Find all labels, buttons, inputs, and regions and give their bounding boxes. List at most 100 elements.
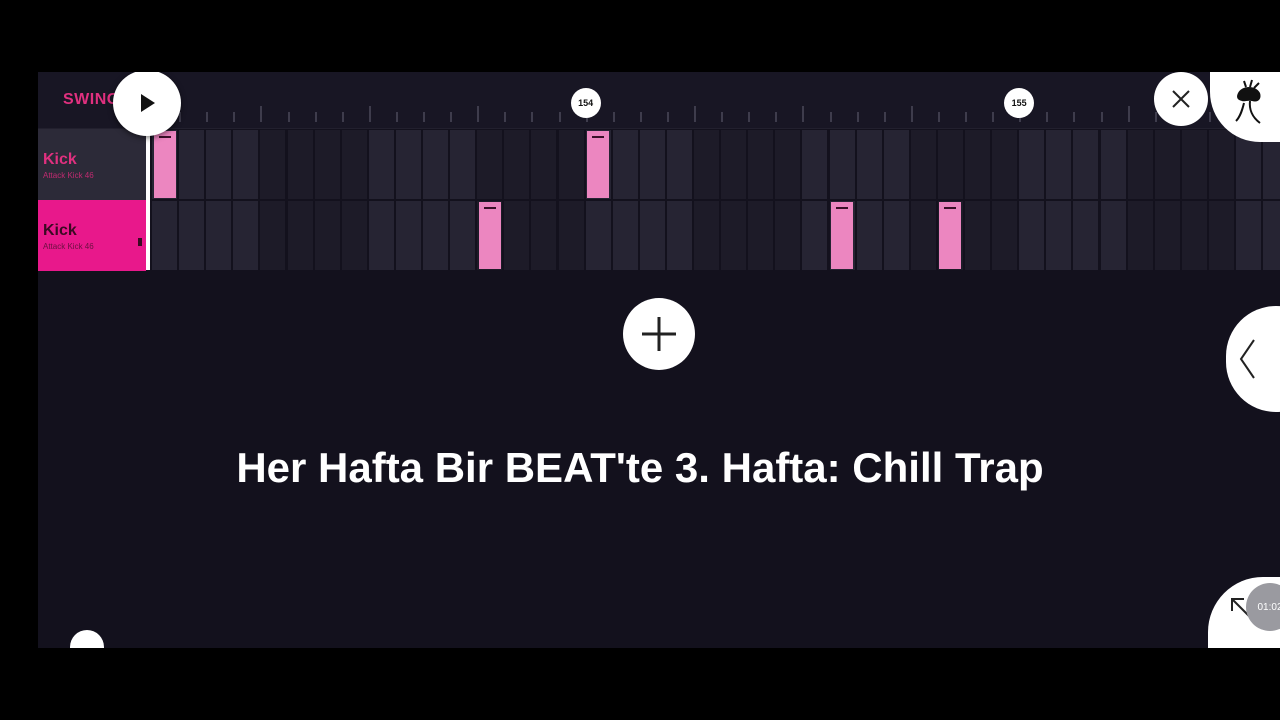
step-cell[interactable]: [1046, 130, 1072, 199]
step-cell[interactable]: [1236, 201, 1261, 270]
step-cell[interactable]: [368, 130, 394, 199]
step-cell[interactable]: [1046, 201, 1072, 270]
step-cell[interactable]: [802, 201, 828, 270]
step-cell[interactable]: [341, 130, 367, 199]
step-cell[interactable]: [450, 130, 476, 199]
step-cell[interactable]: [1019, 130, 1045, 199]
step-cell[interactable]: [1154, 201, 1180, 270]
step-cell[interactable]: [883, 201, 909, 270]
step-cell[interactable]: [1181, 201, 1207, 270]
channel-label[interactable]: Kick Attack Kick 46: [38, 200, 146, 271]
step-cell[interactable]: [612, 130, 638, 199]
step-cell[interactable]: [1127, 201, 1153, 270]
step-cell[interactable]: [965, 130, 990, 199]
step-cell[interactable]: [395, 130, 421, 199]
step-cell[interactable]: [748, 201, 774, 270]
scroll-handle[interactable]: [70, 630, 104, 648]
step-cell[interactable]: [612, 201, 638, 270]
step-cell[interactable]: [531, 130, 557, 199]
step-cell[interactable]: [558, 201, 584, 270]
ruler-tick: [341, 112, 344, 122]
step-cell[interactable]: [233, 130, 259, 199]
step-cell[interactable]: [1100, 201, 1126, 270]
step-cell[interactable]: [395, 201, 421, 270]
step-cell[interactable]: [260, 130, 286, 199]
active-step-note[interactable]: [831, 202, 853, 269]
step-cell[interactable]: [477, 130, 503, 199]
step-cell[interactable]: [1127, 130, 1153, 199]
active-step-note[interactable]: [587, 131, 610, 198]
step-cell[interactable]: [423, 201, 448, 270]
step-cell[interactable]: [992, 201, 1018, 270]
step-cell[interactable]: [639, 130, 665, 199]
step-cell[interactable]: [1073, 130, 1099, 199]
channel-label[interactable]: Kick Attack Kick 46: [38, 129, 146, 200]
timeline-ruler[interactable]: [150, 102, 1280, 124]
step-cell[interactable]: [450, 201, 476, 270]
step-cell[interactable]: [341, 201, 367, 270]
plus-icon: [642, 317, 676, 351]
active-step-note[interactable]: [478, 202, 501, 269]
step-cell[interactable]: [1154, 130, 1180, 199]
step-cell[interactable]: [992, 130, 1018, 199]
step-cell[interactable]: [585, 201, 611, 270]
step-cell[interactable]: [233, 201, 259, 270]
step-cell[interactable]: [1181, 130, 1207, 199]
step-cell[interactable]: [856, 201, 882, 270]
step-cell[interactable]: [721, 201, 747, 270]
step-cell[interactable]: [856, 130, 882, 199]
step-cell[interactable]: [1019, 201, 1045, 270]
step-cell[interactable]: [937, 130, 963, 199]
playhead[interactable]: [146, 128, 150, 270]
step-cell[interactable]: [260, 201, 286, 270]
expand-button[interactable]: 01:02: [1208, 577, 1280, 648]
step-cell[interactable]: [504, 201, 530, 270]
step-cell[interactable]: [666, 201, 692, 270]
step-cell[interactable]: [179, 201, 205, 270]
step-cell[interactable]: [1208, 130, 1234, 199]
step-cell[interactable]: [883, 130, 909, 199]
swing-label[interactable]: SWING: [63, 91, 120, 109]
collapse-panel-button[interactable]: [1226, 306, 1280, 412]
step-cell[interactable]: [314, 130, 340, 199]
step-cell[interactable]: [368, 201, 394, 270]
play-button[interactable]: [113, 72, 181, 136]
step-cell[interactable]: [1073, 201, 1099, 270]
step-cell[interactable]: [639, 201, 665, 270]
step-cell[interactable]: [423, 130, 448, 199]
step-cell[interactable]: [504, 130, 530, 199]
step-cell[interactable]: [287, 130, 313, 199]
step-cell[interactable]: [802, 130, 828, 199]
step-cell[interactable]: [1263, 201, 1280, 270]
bar-number-marker[interactable]: 154: [570, 88, 601, 118]
step-cell[interactable]: [558, 130, 584, 199]
step-cell[interactable]: [694, 130, 719, 199]
bar-number-marker[interactable]: 155: [1004, 88, 1035, 118]
step-cell[interactable]: [287, 201, 313, 270]
step-cell[interactable]: [179, 130, 205, 199]
ruler-tick: [1046, 112, 1049, 122]
step-cell[interactable]: [152, 201, 177, 270]
step-cell[interactable]: [1208, 201, 1234, 270]
step-cell[interactable]: [721, 130, 747, 199]
step-cell[interactable]: [666, 130, 692, 199]
active-step-note[interactable]: [939, 202, 962, 269]
step-cell[interactable]: [206, 201, 232, 270]
step-cell[interactable]: [775, 130, 801, 199]
step-cell[interactable]: [748, 130, 774, 199]
channel-resize-grip[interactable]: [138, 238, 142, 246]
add-channel-button[interactable]: [623, 298, 695, 370]
ruler-tick: [992, 112, 995, 122]
step-cell[interactable]: [829, 130, 855, 199]
step-cell[interactable]: [531, 201, 557, 270]
step-cell[interactable]: [1100, 130, 1126, 199]
close-button[interactable]: [1154, 72, 1208, 126]
step-cell[interactable]: [206, 130, 232, 199]
step-cell[interactable]: [694, 201, 719, 270]
step-cell[interactable]: [314, 201, 340, 270]
step-cell[interactable]: [775, 201, 801, 270]
step-cell[interactable]: [910, 130, 936, 199]
step-cell[interactable]: [910, 201, 936, 270]
step-cell[interactable]: [965, 201, 990, 270]
active-step-note[interactable]: [153, 131, 176, 198]
